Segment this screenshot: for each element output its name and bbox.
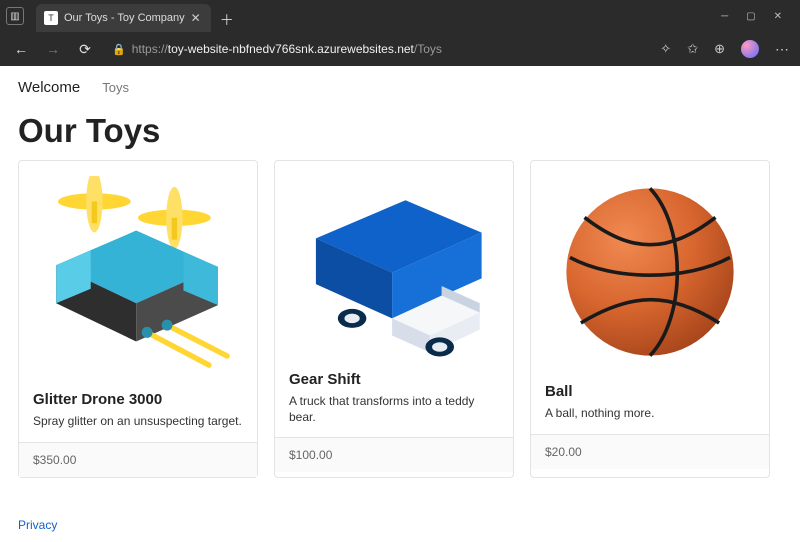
nav-brand-link[interactable]: Welcome	[18, 79, 80, 96]
toolbar-right: ✧ ✩ ⊕ ⋯	[660, 40, 790, 58]
site-nav: Welcome Toys	[18, 66, 782, 108]
tab-shelf: T Our Toys - Toy Company ✕ ＋	[36, 0, 709, 32]
browser-tab[interactable]: T Our Toys - Toy Company ✕	[36, 4, 211, 32]
maximize-icon[interactable]: ▢	[746, 11, 755, 22]
minimize-icon[interactable]: ─	[721, 11, 728, 22]
titlebar: ▥ T Our Toys - Toy Company ✕ ＋ ─ ▢ ✕	[0, 0, 800, 32]
back-button[interactable]: ←	[10, 38, 32, 60]
product-image	[275, 161, 513, 371]
product-name: Gear Shift	[275, 371, 513, 388]
url-host: toy-website-nbfnedv766snk.azurewebsites.…	[168, 42, 414, 56]
privacy-link[interactable]: Privacy	[18, 518, 57, 532]
url-path: /Toys	[414, 42, 442, 56]
nav-toys-link[interactable]: Toys	[102, 80, 129, 95]
browser-chrome: ▥ T Our Toys - Toy Company ✕ ＋ ─ ▢ ✕ ← →…	[0, 0, 800, 66]
basketball-illustration	[545, 172, 755, 372]
product-name: Glitter Drone 3000	[19, 391, 257, 408]
product-desc: A truck that transforms into a teddy bea…	[275, 388, 513, 437]
tab-actions-icon[interactable]: ▥	[6, 7, 24, 25]
product-image	[19, 161, 257, 391]
refresh-button[interactable]: ⟳	[74, 38, 96, 60]
product-price: $350.00	[19, 442, 257, 477]
collections-icon[interactable]: ⊕	[714, 41, 725, 57]
url-scheme: https://	[132, 42, 168, 56]
lock-icon: 🔒	[112, 43, 126, 56]
forward-button[interactable]: →	[42, 38, 64, 60]
tab-close-icon[interactable]: ✕	[191, 11, 201, 25]
truck-illustration	[289, 166, 499, 366]
product-image	[531, 161, 769, 383]
page-content: Welcome Toys Our Toys	[0, 66, 800, 542]
favorites-icon[interactable]: ✩	[687, 41, 698, 57]
product-price: $100.00	[275, 437, 513, 472]
page-title: Our Toys	[18, 112, 782, 150]
profile-avatar[interactable]	[741, 40, 759, 58]
drone-illustration	[33, 176, 243, 376]
product-price: $20.00	[531, 434, 769, 469]
product-card: Glitter Drone 3000 Spray glitter on an u…	[18, 160, 258, 478]
address-bar[interactable]: 🔒 https://toy-website-nbfnedv766snk.azur…	[112, 42, 442, 56]
new-tab-button[interactable]: ＋	[215, 8, 239, 32]
product-grid: Glitter Drone 3000 Spray glitter on an u…	[18, 160, 782, 478]
product-desc: Spray glitter on an unsuspecting target.	[19, 408, 257, 442]
url-text: https://toy-website-nbfnedv766snk.azurew…	[132, 42, 442, 56]
product-desc: A ball, nothing more.	[531, 400, 769, 434]
window-controls: ─ ▢ ✕	[709, 11, 794, 22]
reading-list-icon[interactable]: ✧	[660, 41, 671, 57]
tab-favicon-icon: T	[44, 11, 58, 25]
product-card: Ball A ball, nothing more. $20.00	[530, 160, 770, 478]
product-card: Gear Shift A truck that transforms into …	[274, 160, 514, 478]
close-icon[interactable]: ✕	[774, 11, 782, 22]
tab-title: Our Toys - Toy Company	[64, 12, 185, 24]
more-menu-icon[interactable]: ⋯	[775, 41, 790, 58]
product-name: Ball	[531, 383, 769, 400]
browser-toolbar: ← → ⟳ 🔒 https://toy-website-nbfnedv766sn…	[0, 32, 800, 66]
